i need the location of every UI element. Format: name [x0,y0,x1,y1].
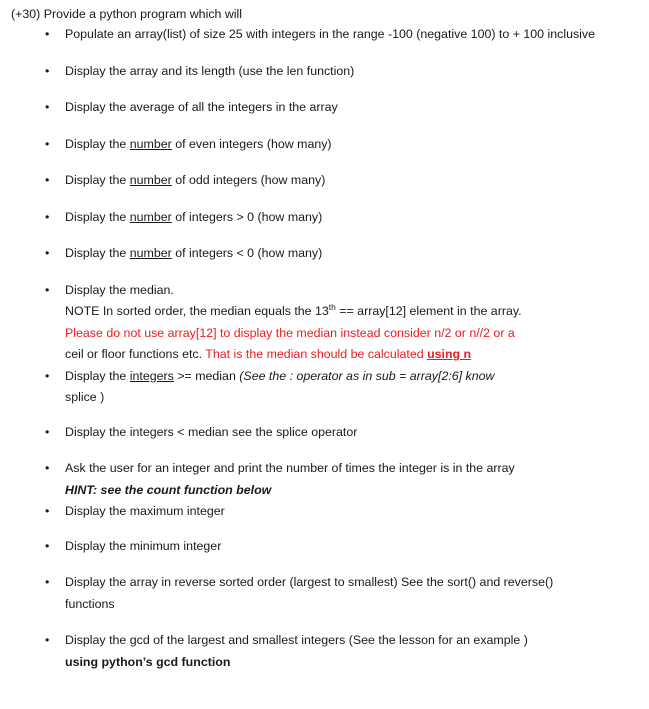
warning-black-text: ceil or floor functions etc. [65,347,206,361]
median-warning-line-2: ceil or floor functions etc. That is the… [65,344,597,366]
list-item-display-median: • Display the median. NOTE In sorted ord… [0,280,649,366]
bullet-icon: • [45,504,50,518]
list-item-display-array-length: • Display the array and its length (use … [0,61,649,83]
list-item-text: Display the array in reverse sorted orde… [65,575,554,611]
list-item-count-occurrences: • Ask the user for an integer and print … [0,458,649,501]
warning-red-text: That is the median should be calculated [205,347,428,361]
list-item-continuation: splice ) [65,390,105,404]
list-item-text: Display the number of even integers (how… [65,134,597,156]
bullet-icon: • [45,100,50,114]
list-item-display-minimum: • Display the minimum integer [0,536,649,558]
list-item-text: Display the median. [65,282,174,297]
list-item-display-maximum: • Display the maximum integer [0,501,649,523]
bullet-icon: • [45,63,50,78]
list-item-display-gcd: • Display the gcd of the largest and sma… [0,630,649,673]
bullet-icon: • [45,27,50,41]
text-prefix: Display the [65,209,130,224]
bullet-icon: • [45,575,50,589]
list-item-display-ge-median: • Display the integers >= median (See th… [0,366,649,409]
parenthetical-note: (See the : operator as in sub = array[2:… [239,368,495,383]
gcd-function-note: using python’s gcd function [65,654,231,669]
ordinal-superscript: th [328,301,336,312]
document-page: (+30) Provide a python program which wil… [0,0,649,709]
list-item-text: Ask the user for an integer and print th… [65,461,515,475]
warning-emphasis: using n [427,347,472,361]
bullet-icon: • [45,173,50,187]
list-item-text: Display the number of integers > 0 (how … [65,207,597,229]
bullet-icon: • [45,633,50,647]
note-prefix: NOTE In sorted order, the median equals … [65,304,329,318]
list-item-text: Display the number of integers < 0 (how … [65,243,597,265]
median-warning-line-1: Please do not use array[12] to display t… [65,325,515,340]
list-item-text: Display the minimum integer [65,538,222,553]
emphasis-underlined: number [129,246,172,260]
list-item-text: Display the integers >= median (See the … [65,366,597,388]
emphasis-underlined: number [129,136,172,151]
list-item-display-even-count: • Display the number of even integers (h… [0,134,649,156]
list-item-text: Populate an array(list) of size 25 with … [65,27,596,41]
text-suffix: of odd integers (how many) [171,173,326,187]
text-suffix: of even integers (how many) [171,136,332,151]
list-item-text: Display the gcd of the largest and small… [65,633,528,647]
text-prefix: Display the [65,136,130,151]
list-item-text: Display the integers < median see the sp… [65,424,358,439]
text-prefix: Display the [65,368,130,383]
text-suffix: of integers > 0 (how many) [171,209,323,224]
text-suffix: of integers < 0 (how many) [171,246,323,260]
bullet-icon: • [45,136,50,151]
text-suffix: >= median [173,368,240,383]
list-item-text: Display the average of all the integers … [65,100,338,114]
text-prefix: Display the [65,173,130,187]
text-prefix: Display the [65,246,130,260]
list-item-display-reverse-sorted: • Display the array in reverse sorted or… [0,572,649,615]
note-suffix: == array[12] element in the array. [335,304,522,318]
hint-text: HINT: see the count function below [65,482,272,497]
list-item-display-negative-count: • Display the number of integers < 0 (ho… [0,243,649,265]
emphasis-underlined: integers [129,368,174,383]
list-item-display-positive-count: • Display the number of integers > 0 (ho… [0,207,649,229]
list-item-display-odd-count: • Display the number of odd integers (ho… [0,170,649,192]
list-item-display-lt-median: • Display the integers < median see the … [0,422,649,444]
median-note: NOTE In sorted order, the median equals … [65,301,597,323]
list-item-populate-array: • Populate an array(list) of size 25 wit… [0,24,649,46]
page-title: (+30) Provide a python program which wil… [11,7,243,21]
list-item-display-average: • Display the average of all the integer… [0,97,649,119]
emphasis-underlined: number [129,173,172,187]
requirements-list: • Populate an array(list) of size 25 wit… [0,24,649,673]
bullet-icon: • [45,368,50,383]
list-item-text: Display the number of odd integers (how … [65,170,597,192]
bullet-icon: • [45,538,50,553]
bullet-icon: • [45,282,50,297]
bullet-icon: • [45,209,50,224]
bullet-icon: • [45,461,50,475]
bullet-icon: • [45,424,50,439]
emphasis-underlined: number [129,209,172,224]
bullet-icon: • [45,246,50,260]
list-item-text: Display the array and its length (use th… [65,63,355,78]
list-item-text: Display the maximum integer [65,504,225,518]
